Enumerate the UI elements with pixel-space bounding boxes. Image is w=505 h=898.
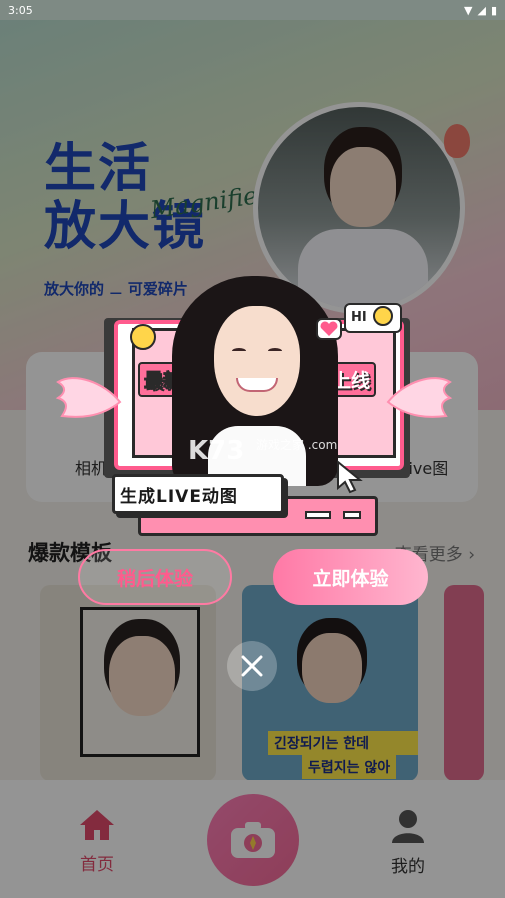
- wing-left-icon: [55, 377, 122, 418]
- heart-bubble-icon: [316, 318, 342, 340]
- portrait-eye-right: [268, 348, 282, 354]
- smiley-icon: [373, 306, 393, 326]
- cursor-icon: [337, 460, 363, 494]
- watermark: K73: [188, 436, 245, 466]
- wing-right-icon: [386, 377, 453, 418]
- hi-text: HI: [351, 310, 367, 325]
- later-button[interactable]: 稍后体验: [78, 549, 232, 605]
- footer-bar-1: [305, 511, 331, 519]
- portrait-eye-left: [232, 348, 246, 354]
- footer-bar-2: [343, 511, 361, 519]
- close-button[interactable]: [227, 641, 277, 691]
- pacman-icon: [130, 324, 156, 350]
- try-now-button[interactable]: 立即体验: [273, 549, 428, 605]
- live-label: 生成LIVE动图: [120, 487, 238, 507]
- wifi-icon: ▼: [464, 3, 473, 17]
- status-bar: 3:05 ▼ ◢ ▮: [0, 0, 505, 20]
- close-icon: [241, 655, 263, 677]
- signal-icon: ◢: [477, 3, 486, 17]
- watermark-sub: 游戏之家 .com: [256, 438, 338, 452]
- battery-icon: ▮: [490, 3, 497, 17]
- status-time: 3:05: [8, 3, 33, 17]
- status-icons: ▼ ◢ ▮: [464, 4, 497, 17]
- portrait-face: [214, 306, 300, 416]
- promo-popup: 最新 上线 HI K73 游戏之家 .com 生成LIVE动图 稍后体验 立即体…: [0, 0, 505, 898]
